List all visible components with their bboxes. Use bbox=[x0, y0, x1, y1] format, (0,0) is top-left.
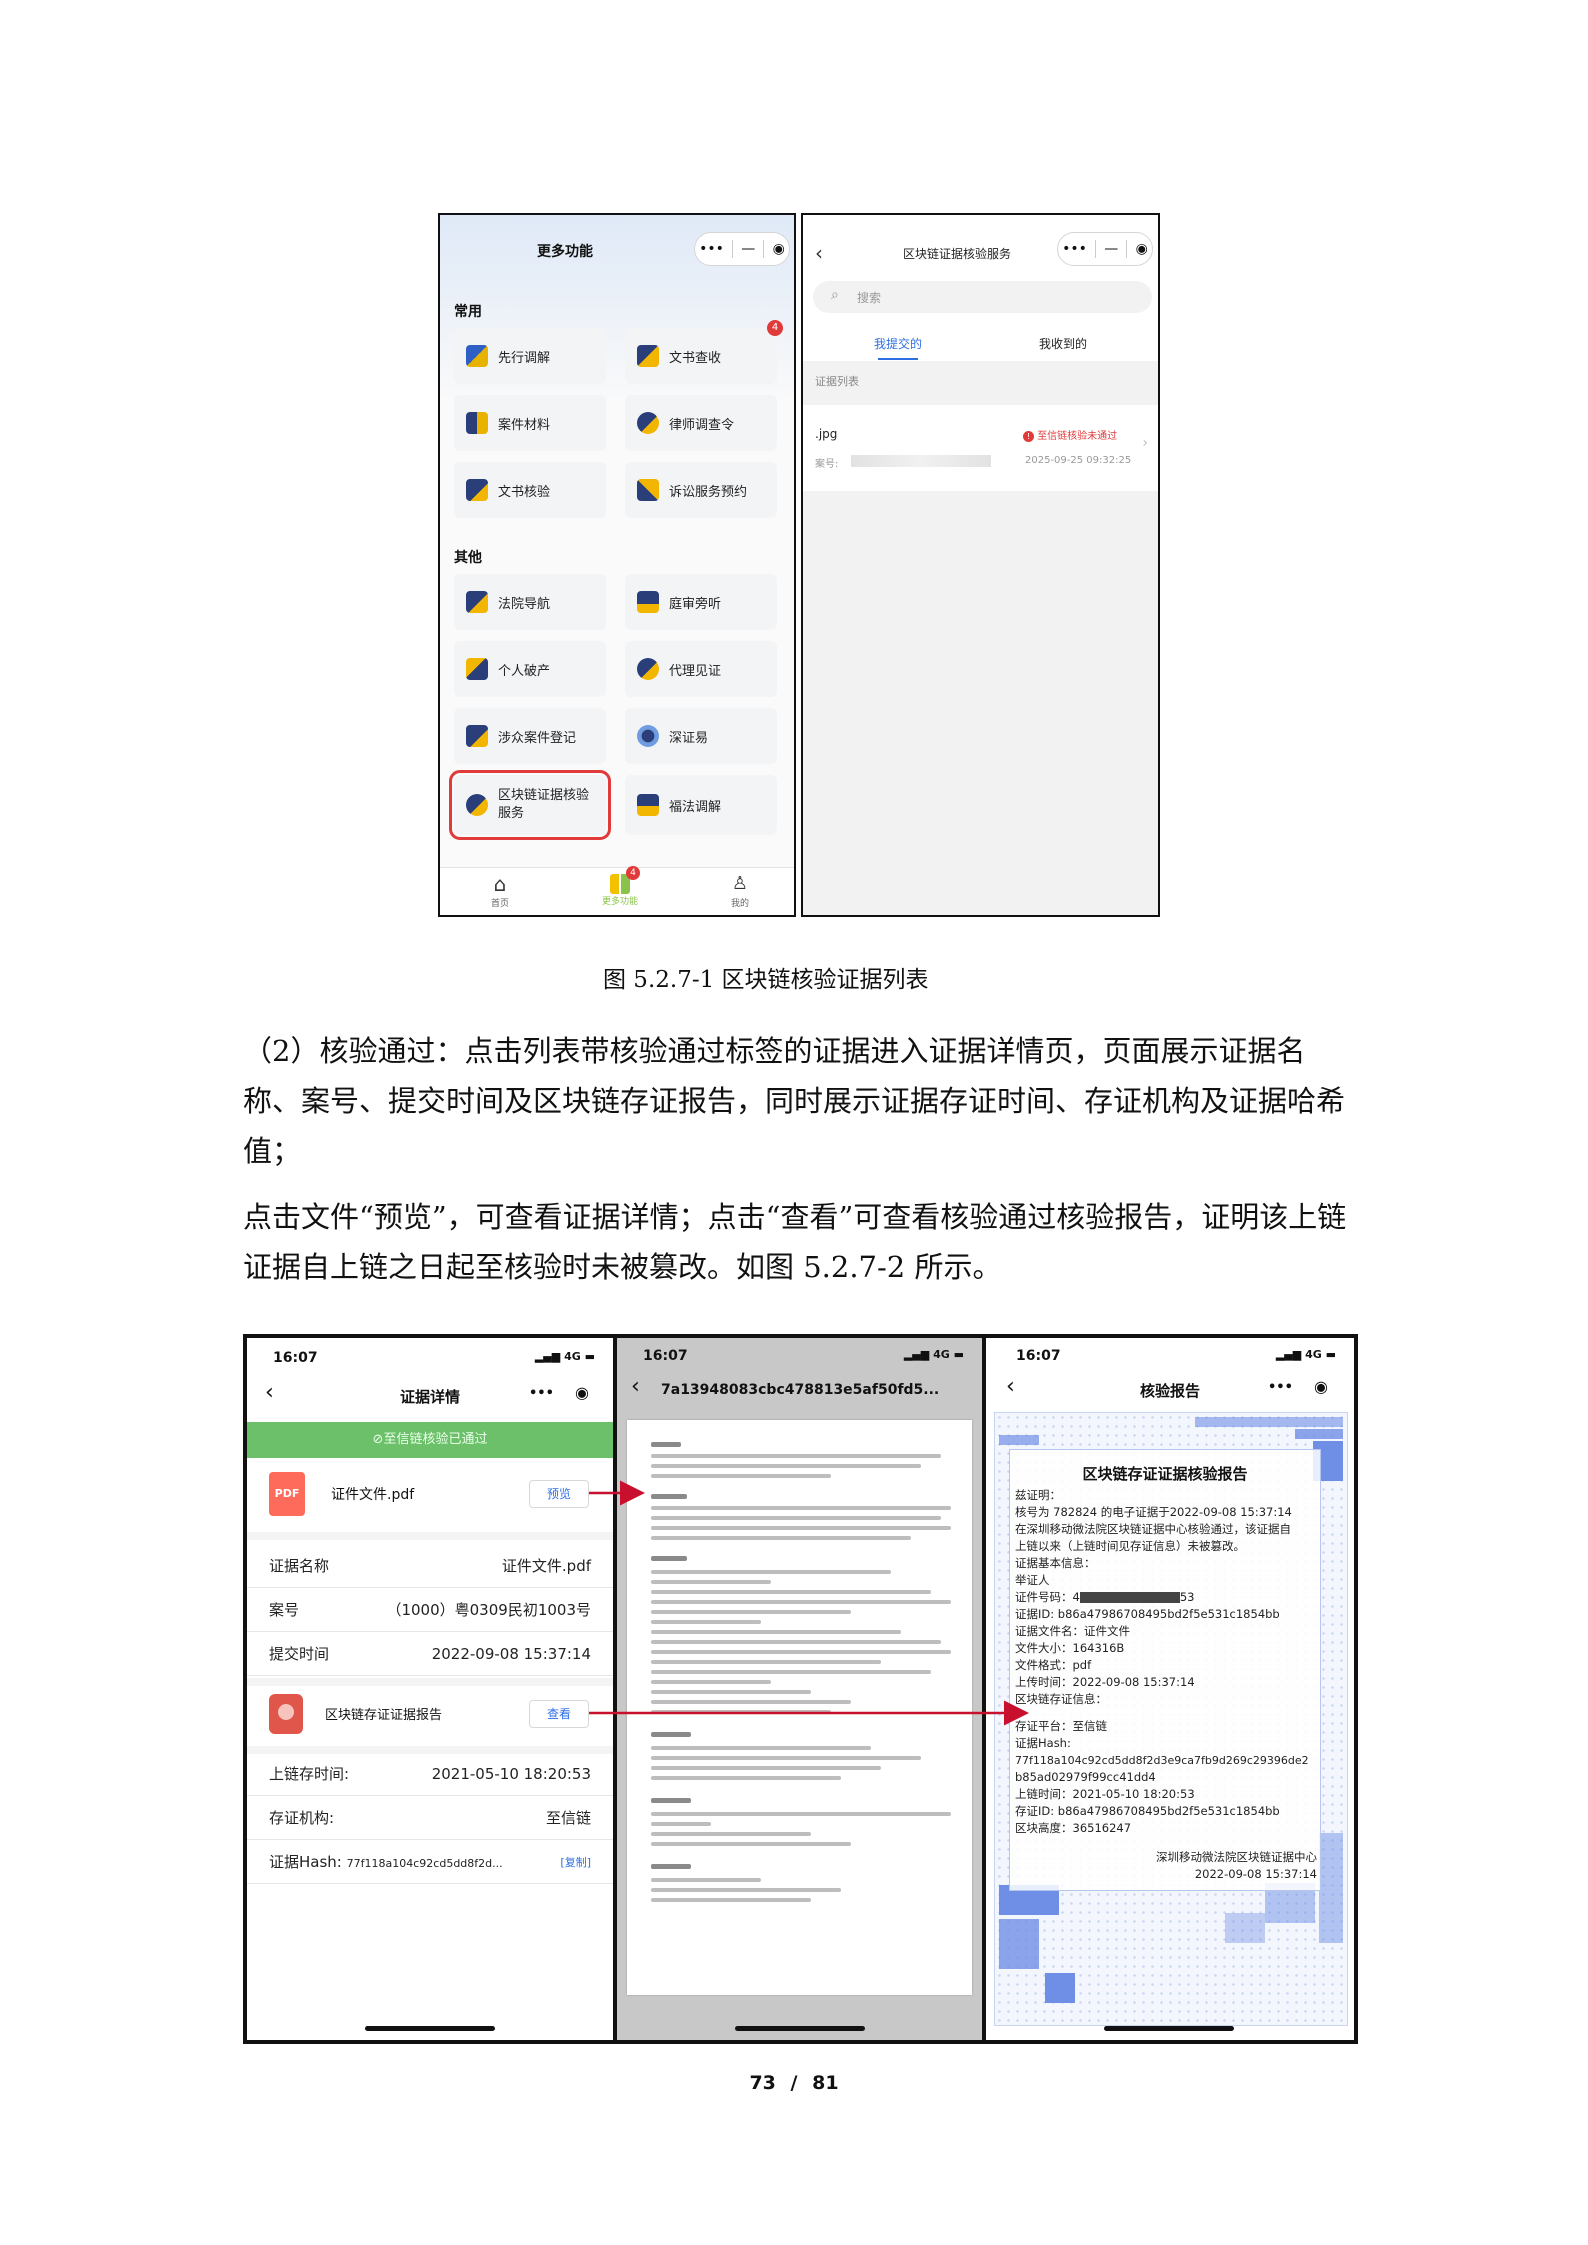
page-current: 73 bbox=[749, 2072, 776, 2094]
page-separator: / bbox=[790, 2072, 798, 2094]
annotation-arrows bbox=[589, 1480, 1029, 1726]
page-number: 73 / 81 bbox=[0, 2072, 1588, 2094]
page-total: 81 bbox=[812, 2072, 839, 2094]
